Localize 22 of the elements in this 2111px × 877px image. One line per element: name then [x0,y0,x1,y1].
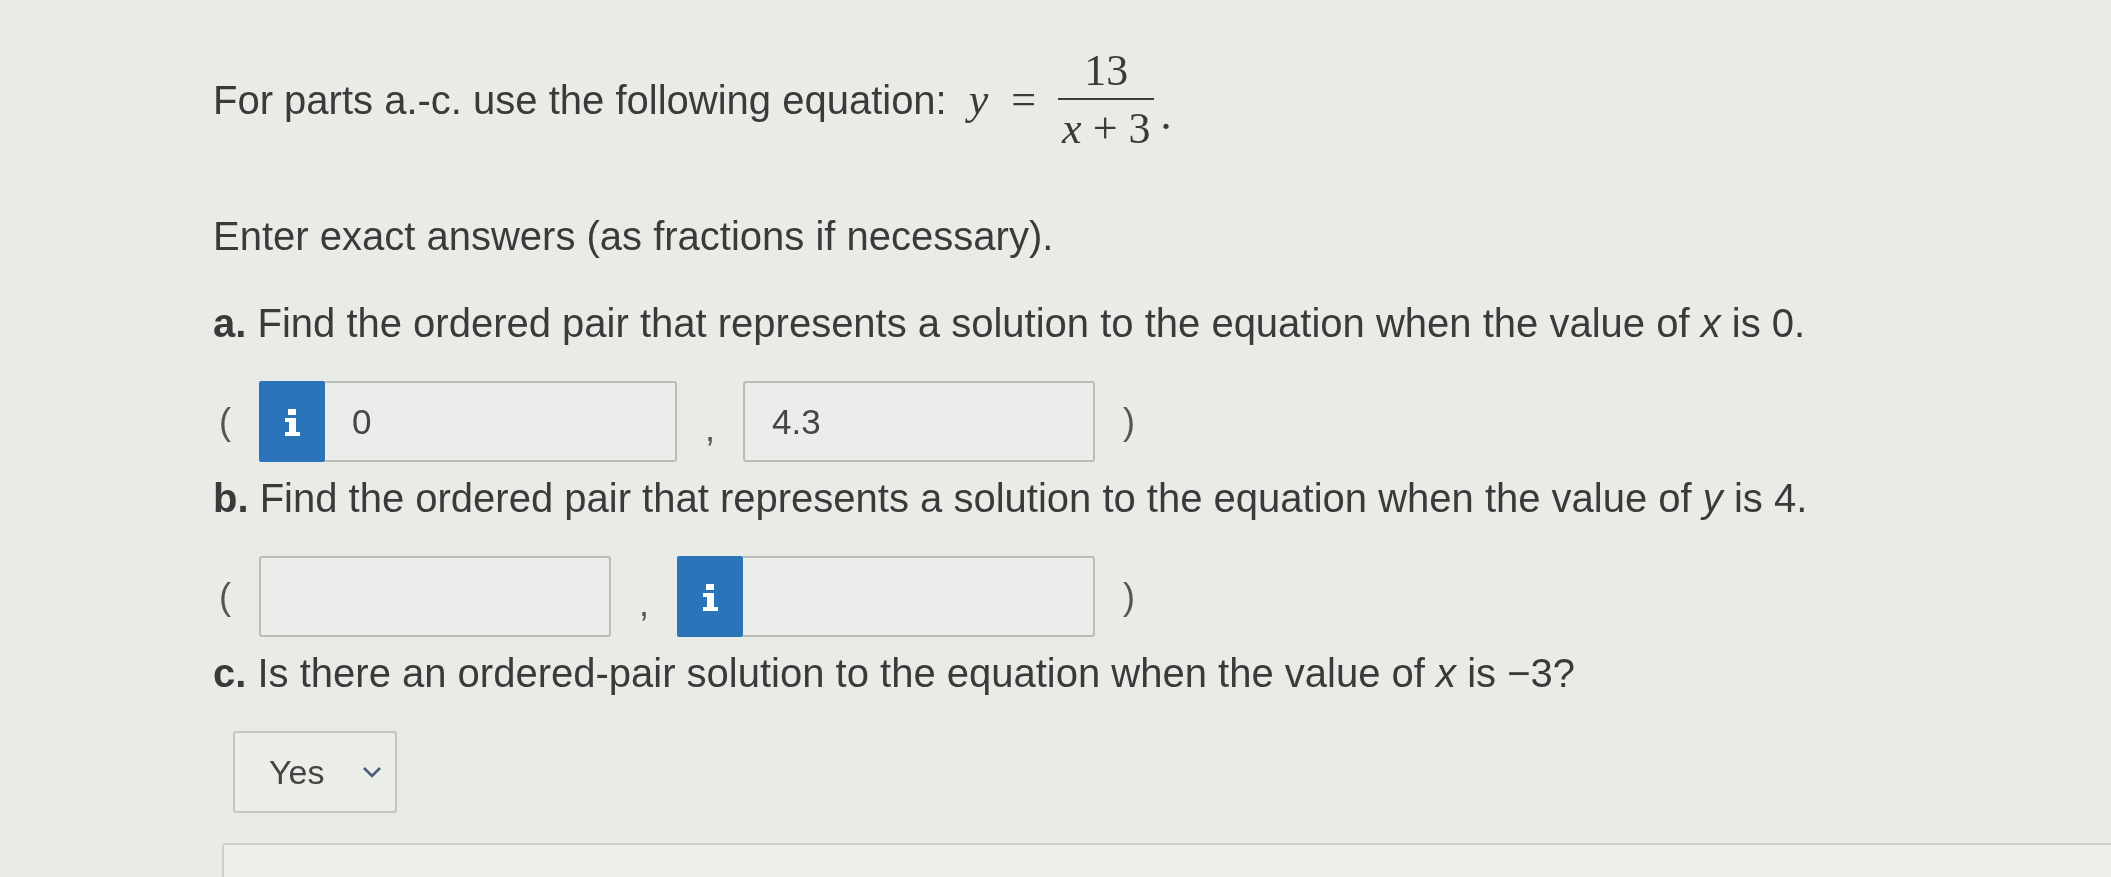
instruction-text: Enter exact answers (as fractions if necessary). [213,213,1054,260]
answer-field[interactable]: 0 [325,381,677,462]
comma-separator: , [639,581,649,626]
info-icon[interactable] [259,381,325,462]
comma-separator: , [705,406,715,451]
question-text: a. Find the ordered pair that represents a solution to the equation when the value of x is 0. [213,300,1806,347]
answer-field[interactable] [259,556,611,637]
answer-field[interactable]: 4.3 [743,381,1095,462]
instruction-text: For parts a.-c. use the following equation: [213,77,947,124]
close-parenthesis: ) [1123,399,1135,444]
close-parenthesis: ) [1123,574,1135,619]
fraction-denominator: x + 3 [1062,105,1151,153]
answer-select[interactable]: Yes [233,731,397,813]
answer-field[interactable] [743,556,1095,637]
open-parenthesis: ( [219,574,231,619]
fraction-numerator: 13 [1084,47,1129,95]
equation-period: . [1160,91,1172,139]
info-icon[interactable] [677,556,743,637]
question-text: b. Find the ordered pair that represents a solution to the equation when the value of y is 4. [213,475,1808,522]
chevron-down-icon [362,766,383,778]
open-parenthesis: ( [219,399,231,444]
question-text: c. Is there an ordered-pair solution to the equation when the value of x is −3? [213,650,1575,697]
